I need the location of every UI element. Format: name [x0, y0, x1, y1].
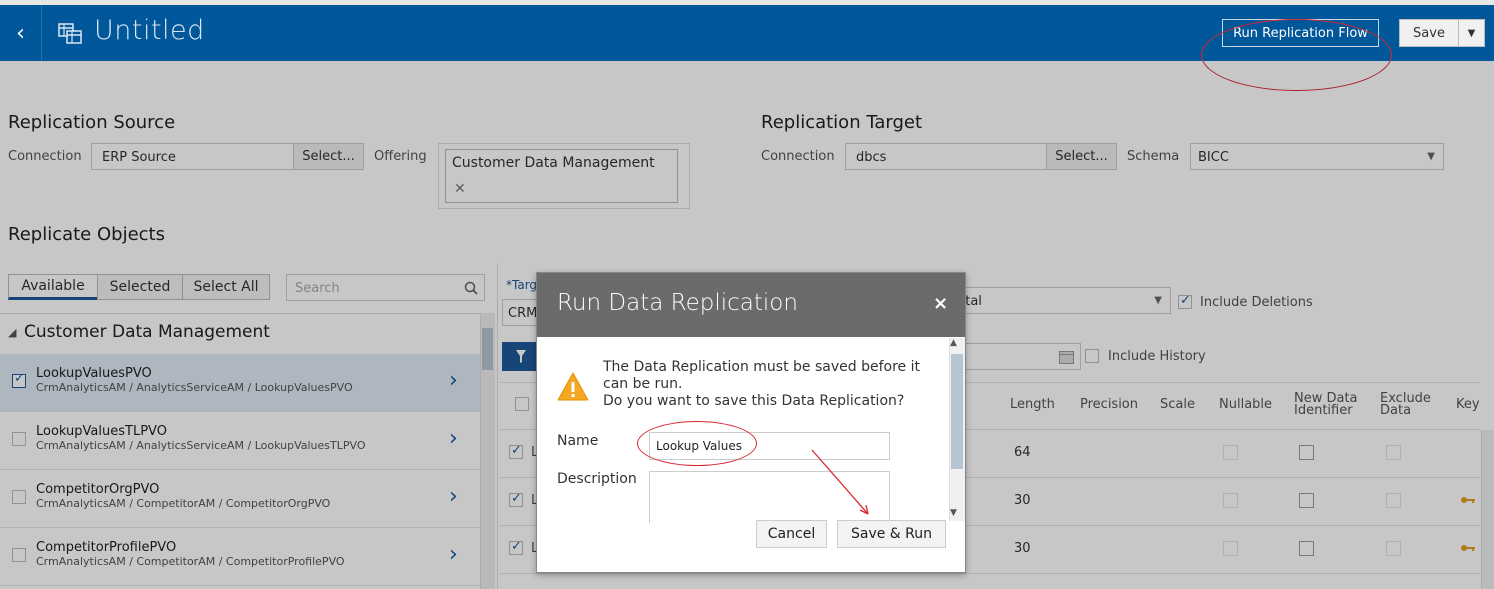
replication-app-icon [58, 23, 82, 44]
warning-icon [557, 372, 589, 401]
dialog-message: The Data Replication must be saved befor… [603, 359, 943, 410]
save-button[interactable]: Save [1399, 19, 1459, 47]
dialog-scrollbar-thumb[interactable] [951, 354, 963, 469]
chevron-left-icon: ‹ [16, 20, 25, 46]
cancel-button[interactable]: Cancel [756, 520, 827, 548]
name-label: Name [557, 433, 599, 449]
run-data-replication-dialog: Run Data Replication × The Data Replicat… [536, 272, 966, 573]
dialog-message-line1: The Data Replication must be saved befor… [603, 359, 920, 392]
annotation-ellipse-name [637, 421, 757, 466]
annotation-arrow [811, 449, 869, 515]
save-and-run-button[interactable]: Save & Run [837, 520, 946, 548]
back-button[interactable]: ‹ [0, 5, 42, 61]
close-icon[interactable]: × [933, 293, 948, 314]
page-title: Untitled [94, 15, 205, 46]
description-label: Description [557, 471, 637, 487]
dialog-header: Run Data Replication × [537, 273, 965, 337]
save-menu-button[interactable]: ▼ [1459, 19, 1485, 47]
caret-down-icon: ▼ [1467, 27, 1476, 39]
scroll-up-icon[interactable]: ▲ [950, 338, 957, 348]
dialog-message-line2: Do you want to save this Data Replicatio… [603, 393, 905, 409]
dialog-title: Run Data Replication [557, 290, 798, 316]
scroll-down-icon[interactable]: ▼ [950, 508, 957, 518]
